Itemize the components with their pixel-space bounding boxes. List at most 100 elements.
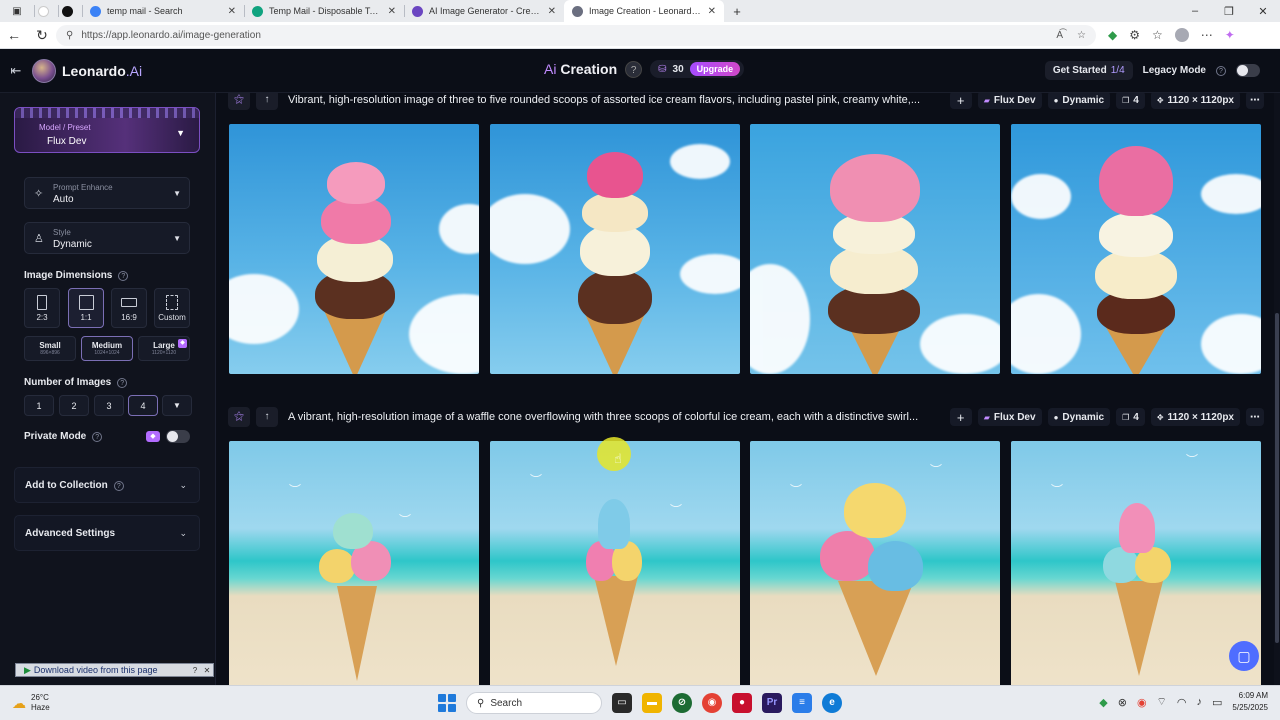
taskbar-clock[interactable]: 6:09 AM 5/25/2025 — [1232, 690, 1268, 714]
xbox-app-icon[interactable]: ⊘ — [672, 693, 692, 713]
workspace-button[interactable] — [34, 0, 58, 22]
tray-extension-icon[interactable]: ◆ — [1099, 696, 1107, 709]
advanced-settings-accordion[interactable]: Advanced Settings ⌄ — [14, 515, 200, 551]
profile-avatar-icon[interactable] — [1174, 28, 1189, 42]
magic-wand-icon[interactable]: ⚝ — [228, 407, 250, 427]
back-arrow-icon[interactable]: ← — [0, 27, 28, 43]
aspect-custom-button[interactable]: Custom — [154, 288, 190, 328]
weather-widget[interactable]: ☁ 26°C Haze — [0, 693, 260, 713]
browser-address-bar: ← ↻ ⚲ https://app.leonardo.ai/image-gene… — [0, 22, 1280, 49]
private-mode-toggle[interactable] — [166, 430, 190, 443]
extensions-puzzle-icon[interactable]: ⚙ — [1129, 28, 1140, 42]
collapse-sidebar-icon[interactable]: ⇤ — [0, 63, 32, 79]
image-count-more-button[interactable]: ▼ — [162, 395, 192, 416]
legacy-mode-toggle[interactable] — [1236, 64, 1260, 77]
image-count-3-button[interactable]: 3 — [94, 395, 124, 416]
add-button[interactable]: + — [949, 93, 972, 109]
screen-recorder-icon[interactable]: ● — [732, 693, 752, 713]
tray-chrome-icon[interactable]: ◉ — [1137, 696, 1147, 709]
aspect-1-1-button[interactable]: 1:1 — [68, 288, 104, 328]
chat-support-icon[interactable]: ▢ — [1229, 641, 1259, 671]
size-large-button[interactable]: Large 1120×1120 ◆ — [138, 336, 190, 361]
download-video-extension-bar[interactable]: ▶ Download video from this page ? ✕ — [15, 663, 214, 677]
aspect-16-9-button[interactable]: 16:9 — [111, 288, 147, 328]
magic-wand-icon[interactable]: ⚝ — [228, 93, 250, 110]
legacy-mode-info-icon[interactable]: ? — [1216, 65, 1226, 76]
help-icon[interactable]: ? — [625, 60, 643, 78]
close-icon[interactable]: ✕ — [201, 666, 213, 675]
size-small-button[interactable]: Small 896×896 — [24, 336, 76, 361]
reload-icon[interactable]: ↻ — [28, 27, 56, 44]
scrollbar-thumb[interactable] — [1275, 313, 1279, 643]
task-view-icon[interactable]: ▭ — [612, 693, 632, 713]
info-icon[interactable]: ? — [113, 480, 124, 491]
chrome-icon[interactable]: ◉ — [702, 693, 722, 713]
close-icon[interactable]: ✕ — [708, 6, 716, 17]
close-icon[interactable]: ✕ — [388, 6, 396, 17]
get-started-button[interactable]: Get Started 1/4 — [1044, 61, 1133, 80]
generated-image[interactable]: ︶ ︶ — [750, 441, 1000, 685]
copilot-icon[interactable]: ✦ — [1225, 28, 1235, 42]
read-aloud-icon[interactable]: A͡ — [1056, 30, 1063, 41]
notepad-icon[interactable]: ≡ — [792, 693, 812, 713]
upgrade-button[interactable]: Upgrade — [689, 62, 741, 76]
close-icon[interactable]: ✕ — [228, 6, 236, 17]
model-preset-select[interactable]: Model / Preset Flux Dev ▼ — [14, 107, 200, 153]
premiere-pro-icon[interactable]: Pr — [762, 693, 782, 713]
edge-browser-icon[interactable]: e — [822, 693, 842, 713]
generated-image[interactable]: ︶ ︶ — [1011, 441, 1261, 685]
tray-network-icon[interactable]: ⌔ — [1157, 695, 1167, 709]
help-icon[interactable]: ? — [189, 666, 201, 675]
size-medium-button[interactable]: Medium 1024×1024 — [81, 336, 133, 361]
generated-image[interactable] — [750, 124, 1000, 374]
extension-icon[interactable]: ◆ — [1108, 28, 1117, 42]
favorite-star-icon[interactable]: ☆ — [1077, 30, 1086, 41]
generated-image[interactable] — [229, 124, 479, 374]
maximize-icon[interactable]: ❐ — [1212, 5, 1246, 18]
window-close-icon[interactable]: ✕ — [1246, 5, 1280, 18]
tab-ai-image-generator[interactable]: AI Image Generator - Create Art, ... ✕ — [404, 0, 564, 22]
url-field[interactable]: ⚲ https://app.leonardo.ai/image-generati… — [56, 24, 1096, 46]
tab-temp-mail[interactable]: Temp Mail - Disposable Tempora... ✕ — [244, 0, 404, 22]
more-options-icon[interactable]: ⋯ — [1246, 93, 1264, 109]
site-info-icon[interactable]: ⚲ — [66, 30, 73, 41]
leonardo-logo-avatar[interactable] — [32, 58, 56, 83]
file-explorer-icon[interactable]: ▬ — [642, 693, 662, 713]
reuse-prompt-arrow-icon[interactable]: ↑ — [256, 93, 278, 110]
new-tab-button[interactable]: + — [724, 0, 750, 22]
info-icon[interactable]: ? — [92, 431, 103, 442]
windows-start-icon[interactable] — [438, 694, 456, 712]
generated-image[interactable]: ︶ ︶ — [229, 441, 479, 685]
close-icon[interactable]: ✕ — [548, 6, 556, 17]
tab-temp-mail-search[interactable]: temp mail - Search ✕ — [82, 0, 244, 22]
add-button[interactable]: + — [949, 408, 972, 426]
favorites-icon[interactable]: ☆ — [1152, 28, 1163, 42]
reuse-prompt-arrow-icon[interactable]: ↑ — [256, 407, 278, 427]
cloud-shape — [1011, 294, 1081, 374]
token-balance[interactable]: ⛁ 30 Upgrade — [650, 60, 745, 78]
style-select[interactable]: ♙ Style Dynamic ▼ — [24, 222, 190, 254]
generated-image[interactable] — [490, 124, 740, 374]
battery-icon[interactable]: ▭ — [1212, 696, 1222, 709]
feed-scrollbar[interactable] — [1274, 93, 1280, 685]
pinned-tab[interactable] — [58, 0, 82, 22]
more-menu-icon[interactable]: ⋯ — [1201, 28, 1213, 42]
generated-image[interactable] — [1011, 124, 1261, 374]
volume-icon[interactable]: ♪ — [1197, 696, 1203, 708]
wifi-icon[interactable]: ◠ — [1177, 696, 1187, 709]
tab-image-creation-leonardo[interactable]: Image Creation - Leonardo.Ai ✕ — [564, 0, 724, 22]
image-count-4-button[interactable]: 4 — [128, 395, 158, 416]
tray-app-icon[interactable]: ⊗ — [1118, 696, 1127, 709]
info-icon[interactable]: ? — [118, 270, 129, 281]
aspect-2-3-button[interactable]: 2:3 — [24, 288, 60, 328]
generated-image[interactable]: ︶ ︶ — [490, 441, 740, 685]
prompt-enhance-select[interactable]: ✧ Prompt Enhance Auto ▼ — [24, 177, 190, 209]
add-to-collection-accordion[interactable]: Add to Collection ? ⌄ — [14, 467, 200, 503]
minimize-icon[interactable]: – — [1178, 5, 1212, 18]
image-count-1-button[interactable]: 1 — [24, 395, 54, 416]
tab-actions-button[interactable]: ▣ — [0, 0, 34, 22]
info-icon[interactable]: ? — [117, 377, 128, 388]
image-count-2-button[interactable]: 2 — [59, 395, 89, 416]
more-options-icon[interactable]: ⋯ — [1246, 408, 1264, 426]
taskbar-search[interactable]: ⚲ Search — [466, 692, 602, 714]
